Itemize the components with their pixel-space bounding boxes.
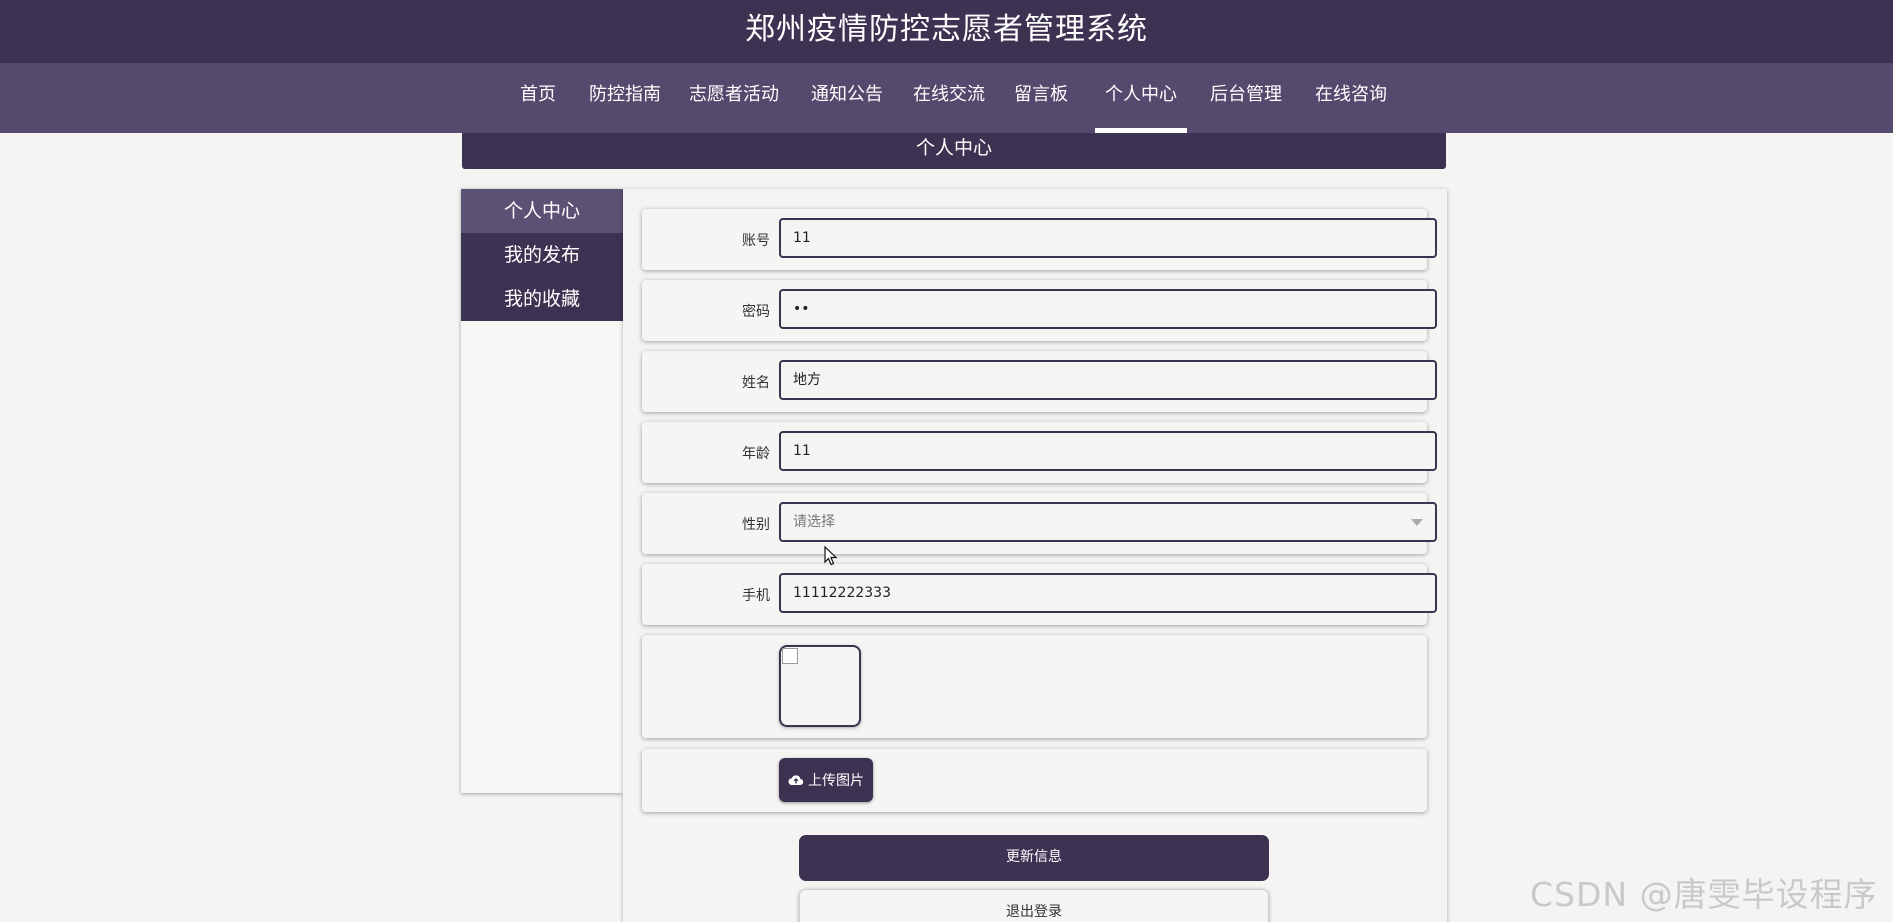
nav-item-personal-center[interactable]: 个人中心: [1095, 63, 1187, 133]
logout-button[interactable]: 退出登录: [799, 889, 1269, 922]
nav-item-admin[interactable]: 后台管理: [1205, 63, 1287, 133]
upload-image-label: 上传图片: [808, 773, 864, 789]
update-info-button[interactable]: 更新信息: [799, 835, 1269, 881]
chevron-down-icon: [1411, 519, 1423, 526]
nav-item-online-consult[interactable]: 在线咨询: [1310, 63, 1392, 133]
gender-label: 性别: [742, 516, 770, 533]
account-label: 账号: [742, 232, 770, 249]
gender-select-placeholder: 请选择: [793, 514, 835, 530]
password-label: 密码: [742, 303, 770, 320]
sidebar-item-personal-center[interactable]: 个人中心: [461, 189, 623, 233]
age-label: 年龄: [742, 445, 770, 462]
gender-select[interactable]: 请选择: [779, 502, 1437, 542]
name-label: 姓名: [742, 374, 770, 391]
profile-form: 账号 11 密码 •• 姓名 地方 年龄 11 性别 请选择 手机 111122…: [623, 189, 1447, 922]
form-row-account: 账号 11: [642, 209, 1437, 270]
form-row-phone: 手机 11112222333: [642, 564, 1437, 625]
sidebar-item-my-favorites[interactable]: 我的收藏: [461, 277, 623, 321]
nav-item-home[interactable]: 首页: [512, 63, 564, 133]
avatar-preview[interactable]: [779, 645, 861, 727]
form-row-age: 年龄 11: [642, 422, 1437, 483]
phone-input[interactable]: 11112222333: [779, 573, 1437, 613]
nav-item-message-board[interactable]: 留言板: [1009, 63, 1073, 133]
password-input[interactable]: ••: [779, 289, 1437, 329]
broken-image-icon: [782, 648, 798, 664]
cloud-upload-icon: [788, 775, 804, 786]
form-row-password: 密码 ••: [642, 280, 1437, 341]
watermark: CSDN @唐雯毕设程序: [1530, 875, 1878, 914]
age-input[interactable]: 11: [779, 431, 1437, 471]
sidebar-item-my-posts[interactable]: 我的发布: [461, 233, 623, 277]
mouse-cursor-icon: [824, 546, 838, 566]
name-input[interactable]: 地方: [779, 360, 1437, 400]
site-title: 郑州疫情防控志愿者管理系统: [0, 0, 1893, 63]
account-input[interactable]: 11: [779, 218, 1437, 258]
form-row-avatar: [642, 635, 1427, 738]
sidebar: 个人中心 我的发布 我的收藏: [461, 189, 623, 793]
nav-item-notices[interactable]: 通知公告: [806, 63, 888, 133]
upload-image-button[interactable]: 上传图片: [779, 758, 873, 802]
page-banner: 个人中心: [462, 133, 1446, 169]
form-row-name: 姓名 地方: [642, 351, 1437, 412]
form-row-gender: 性别 请选择: [642, 493, 1437, 554]
form-row-upload: 上传图片: [642, 749, 1427, 812]
nav-item-prevention-guide[interactable]: 防控指南: [584, 63, 666, 133]
nav-item-online-chat[interactable]: 在线交流: [908, 63, 990, 133]
main-nav: 首页 防控指南 志愿者活动 通知公告 在线交流 留言板 个人中心 后台管理 在线…: [0, 63, 1893, 133]
phone-label: 手机: [742, 587, 770, 604]
nav-item-volunteer-activities[interactable]: 志愿者活动: [684, 63, 784, 133]
